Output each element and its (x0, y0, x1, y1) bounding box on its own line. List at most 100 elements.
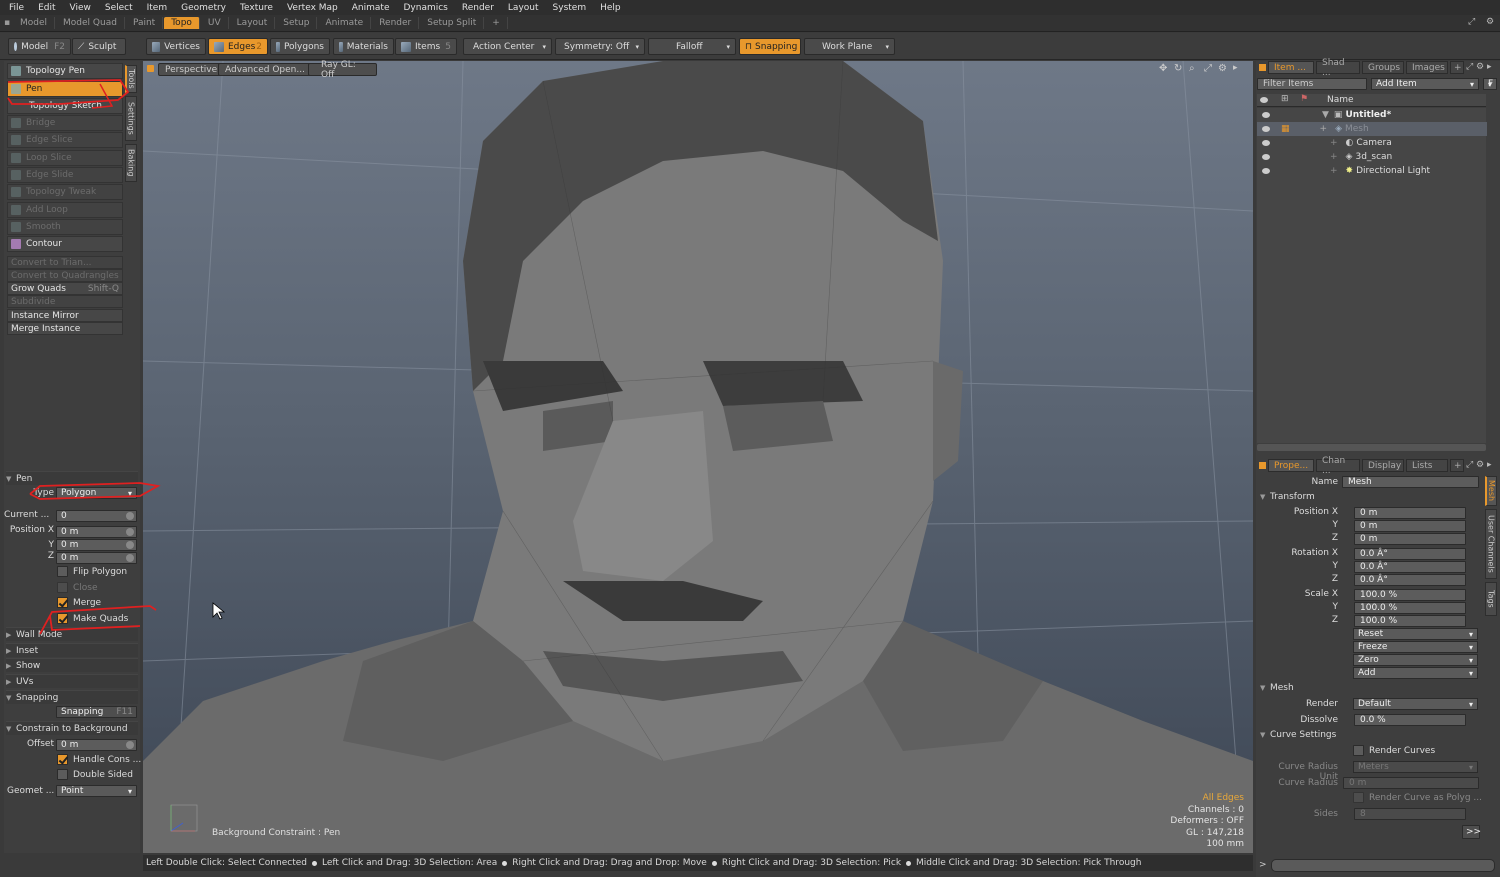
curve-radius-unit-dropdown[interactable]: Meters (1353, 761, 1478, 773)
double-sided-checkbox[interactable] (57, 769, 68, 780)
list-item-directional-light[interactable]: + ✸ Directional Light (1257, 164, 1487, 178)
tab-settings[interactable]: Settings (125, 96, 137, 141)
edge-slide-tool[interactable]: Edge Slide (7, 167, 123, 183)
snapping-toggle-button[interactable]: Snapping F11 (56, 706, 137, 718)
zoom-view-icon[interactable]: ⌕ (1189, 63, 1195, 74)
add-loop-tool[interactable]: Add Loop (7, 202, 123, 218)
panel-settings-icon[interactable]: ⤢ ⚙ ▸ (1466, 460, 1492, 470)
menu-item-vertex-map[interactable]: Vertex Map (278, 3, 343, 13)
position-y-field[interactable]: 0 m (1354, 520, 1466, 532)
settings-icon[interactable]: ⚙ (1486, 17, 1494, 27)
tab-user-channels[interactable]: User Channels (1485, 509, 1497, 579)
add-item-dropdown[interactable]: Add Item (1371, 78, 1479, 90)
panel-settings-icon[interactable]: ⤢ ⚙ ▸ (1466, 62, 1492, 72)
tab-properties[interactable]: Prope... (1268, 459, 1314, 472)
show-header[interactable]: ▶ Show (6, 658, 138, 672)
tab-tools[interactable]: Tools (125, 65, 137, 93)
viewport-settings-icon[interactable]: ⚙ (1218, 63, 1227, 74)
render-curve-polygon-checkbox[interactable] (1353, 792, 1364, 803)
tab-setup-split[interactable]: Setup Split (420, 17, 485, 29)
close-checkbox[interactable] (57, 582, 68, 593)
visibility-icon[interactable] (1262, 168, 1270, 174)
menu-item-geometry[interactable]: Geometry (172, 3, 231, 13)
tab-images[interactable]: Images (1406, 61, 1448, 74)
maximize-icon[interactable]: ⤢ (1468, 17, 1475, 27)
list-item-untitled[interactable]: ▼ ▣ Untitled* (1257, 108, 1487, 122)
tab-mesh[interactable]: Mesh (1485, 476, 1497, 506)
geometry-dropdown[interactable]: Point (56, 785, 137, 797)
raygl-toggle[interactable]: Ray GL: Off (308, 60, 377, 80)
edges-button[interactable]: Edges 2 (208, 38, 268, 55)
pen-tool[interactable]: Pen (7, 81, 123, 97)
add-tab-button[interactable]: + (1450, 459, 1464, 472)
viewport-menu-icon[interactable] (147, 65, 154, 72)
tab-topo[interactable]: Topo (164, 17, 200, 29)
tab-groups[interactable]: Groups (1362, 61, 1404, 74)
zero-dropdown[interactable]: Zero (1353, 654, 1478, 666)
tab-model-quad[interactable]: Model Quad (56, 17, 125, 29)
inset-header[interactable]: ▶ Inset (6, 643, 138, 657)
curve-radius-field[interactable]: 0 m (1343, 777, 1479, 789)
tab-render[interactable]: Render (372, 17, 420, 29)
materials-button[interactable]: Materials (333, 38, 394, 55)
dissolve-field[interactable]: 0.0 % (1354, 714, 1466, 726)
curve-settings-section[interactable]: ▼ Curve Settings (1260, 730, 1336, 740)
symmetry-dropdown[interactable]: Symmetry: Off ▾ (555, 38, 645, 55)
position-x-field[interactable]: 0 m (1354, 507, 1466, 519)
convert-quadrangles-button[interactable]: Convert to Quadrangles (7, 269, 123, 282)
work-plane-dropdown[interactable]: Work Plane ▾ (804, 38, 895, 55)
tab-item-list[interactable]: Item ... (1268, 61, 1314, 74)
panel-menu-icon[interactable] (1259, 64, 1266, 71)
tab-setup[interactable]: Setup (276, 17, 318, 29)
tab-add[interactable]: + (485, 17, 508, 29)
sides-field[interactable]: 8 (1354, 808, 1466, 820)
render-dropdown[interactable]: Default (1353, 698, 1478, 710)
flip-polygon-checkbox[interactable] (57, 566, 68, 577)
fit-view-icon[interactable]: ⤢ (1204, 63, 1212, 74)
position-z-field[interactable]: 0 m (56, 552, 137, 564)
scale-x-field[interactable]: 100.0 % (1354, 589, 1466, 601)
convert-triangles-button[interactable]: Convert to Trian... (7, 256, 123, 269)
rotation-z-field[interactable]: 0.0 Â° (1354, 574, 1466, 586)
falloff-dropdown[interactable]: Falloff ▾ (648, 38, 736, 55)
reset-dropdown[interactable]: Reset (1353, 628, 1478, 640)
menu-item-file[interactable]: File (0, 3, 29, 13)
visibility-icon[interactable] (1262, 126, 1270, 132)
rotation-x-field[interactable]: 0.0 Â° (1354, 548, 1466, 560)
move-view-icon[interactable]: ✥ (1159, 63, 1167, 74)
menu-item-view[interactable]: View (61, 3, 96, 13)
perspective-dropdown[interactable]: Perspective (158, 63, 225, 76)
list-item-mesh[interactable]: ▦ + ◈ Mesh (1257, 122, 1487, 136)
vertices-button[interactable]: Vertices (146, 38, 206, 55)
render-curves-checkbox[interactable] (1353, 745, 1364, 756)
polygons-button[interactable]: Polygons (270, 38, 330, 55)
tab-display[interactable]: Display (1362, 459, 1404, 472)
menu-item-dynamics[interactable]: Dynamics (394, 3, 452, 13)
instance-mirror-button[interactable]: Instance Mirror (7, 309, 123, 322)
scale-z-field[interactable]: 100.0 % (1354, 615, 1466, 627)
menu-item-layout[interactable]: Layout (499, 3, 544, 13)
scale-y-field[interactable]: 100.0 % (1354, 602, 1466, 614)
items-button[interactable]: Items 5 (395, 38, 457, 55)
make-quads-checkbox[interactable] (57, 613, 68, 624)
visibility-icon[interactable] (1262, 154, 1270, 160)
menu-item-item[interactable]: Item (138, 3, 173, 13)
list-item-3d-scan[interactable]: + ◈ 3d_scan (1257, 150, 1487, 164)
freeze-dropdown[interactable]: Freeze (1353, 641, 1478, 653)
menu-item-help[interactable]: Help (591, 3, 626, 13)
tab-tags[interactable]: Tags (1485, 582, 1497, 616)
tab-animate[interactable]: Animate (318, 17, 372, 29)
handle-cons-checkbox[interactable] (57, 754, 68, 765)
offset-field[interactable]: 0 m (56, 739, 137, 751)
filter-items-input[interactable]: Filter Items (1257, 78, 1367, 90)
position-x-field[interactable]: 0 m (56, 526, 137, 538)
loop-slice-tool[interactable]: Loop Slice (7, 150, 123, 166)
topology-tweak-tool[interactable]: Topology Tweak (7, 184, 123, 200)
current-field[interactable]: 0 (56, 510, 137, 522)
snapping-button[interactable]: ⊓ Snapping (739, 38, 801, 55)
more-button[interactable]: >> (1462, 825, 1481, 839)
menu-item-texture[interactable]: Texture (231, 3, 278, 13)
tab-channels[interactable]: Chan ... (1316, 456, 1360, 476)
topology-pen-tool[interactable]: Topology Pen (7, 63, 123, 79)
sculpt-mode-button[interactable]: ⟋ Sculpt (72, 38, 126, 55)
